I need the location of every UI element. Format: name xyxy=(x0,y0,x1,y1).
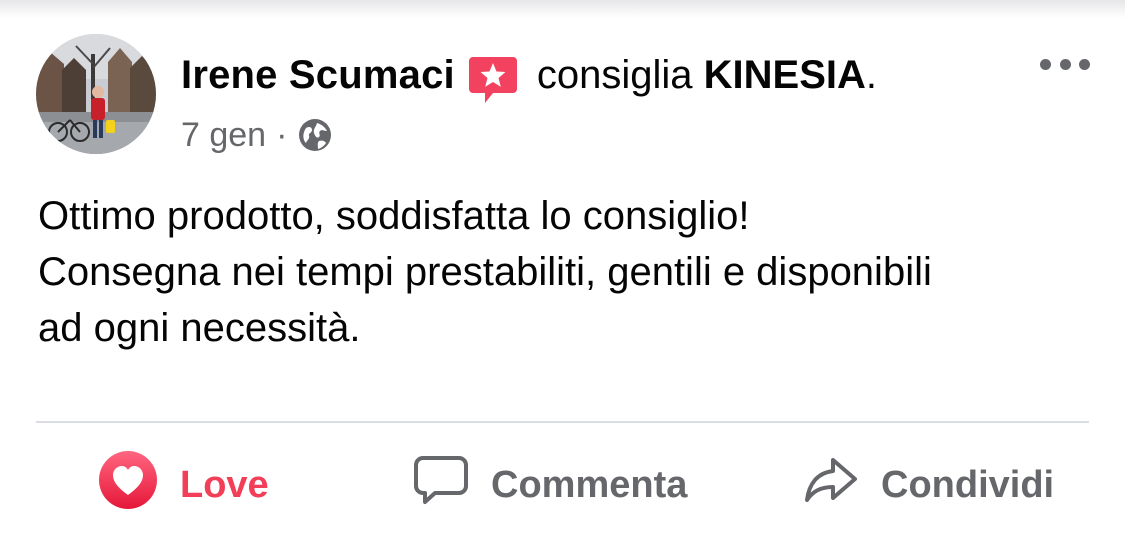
comment-label: Commenta xyxy=(491,463,688,506)
share-button[interactable]: Condividi xyxy=(803,453,1054,517)
avatar-photo xyxy=(36,34,156,154)
more-dot xyxy=(1040,58,1051,70)
share-label: Condividi xyxy=(881,463,1055,506)
post-body-line: ad ogni necessità. xyxy=(38,306,361,350)
more-options-icon[interactable] xyxy=(1040,52,1090,76)
love-label: Love xyxy=(180,463,269,506)
header-period: . xyxy=(865,52,878,97)
globe-icon xyxy=(297,117,333,153)
post-body: Ottimo prodotto, soddisfatta lo consigli… xyxy=(38,188,1098,356)
comment-icon xyxy=(413,452,469,518)
post-meta: 7 gen · xyxy=(181,113,333,157)
post-header: Irene Scumaci consiglia KINESIA . xyxy=(181,50,878,103)
recommendation-post: Irene Scumaci consiglia KINESIA . 7 gen … xyxy=(0,0,1125,541)
post-body-line: Consegna nei tempi prestabiliti, gentili… xyxy=(38,250,932,294)
more-dot xyxy=(1059,58,1071,70)
author-avatar[interactable] xyxy=(36,34,156,154)
recommend-text: consiglia xyxy=(536,52,693,97)
share-arrow-icon xyxy=(803,452,859,518)
love-button[interactable]: Love xyxy=(98,450,269,520)
love-reaction-icon xyxy=(98,450,158,520)
post-body-line: Ottimo prodotto, soddisfatta lo consigli… xyxy=(38,194,750,238)
post-date[interactable]: 7 gen xyxy=(181,116,266,155)
author-name[interactable]: Irene Scumaci xyxy=(181,53,455,98)
page-name[interactable]: KINESIA xyxy=(704,53,866,98)
meta-separator: · xyxy=(276,115,288,154)
comment-button[interactable]: Commenta xyxy=(413,453,687,517)
recommendation-badge-icon xyxy=(467,53,519,105)
more-dot xyxy=(1079,58,1090,70)
actions-divider xyxy=(36,421,1089,423)
